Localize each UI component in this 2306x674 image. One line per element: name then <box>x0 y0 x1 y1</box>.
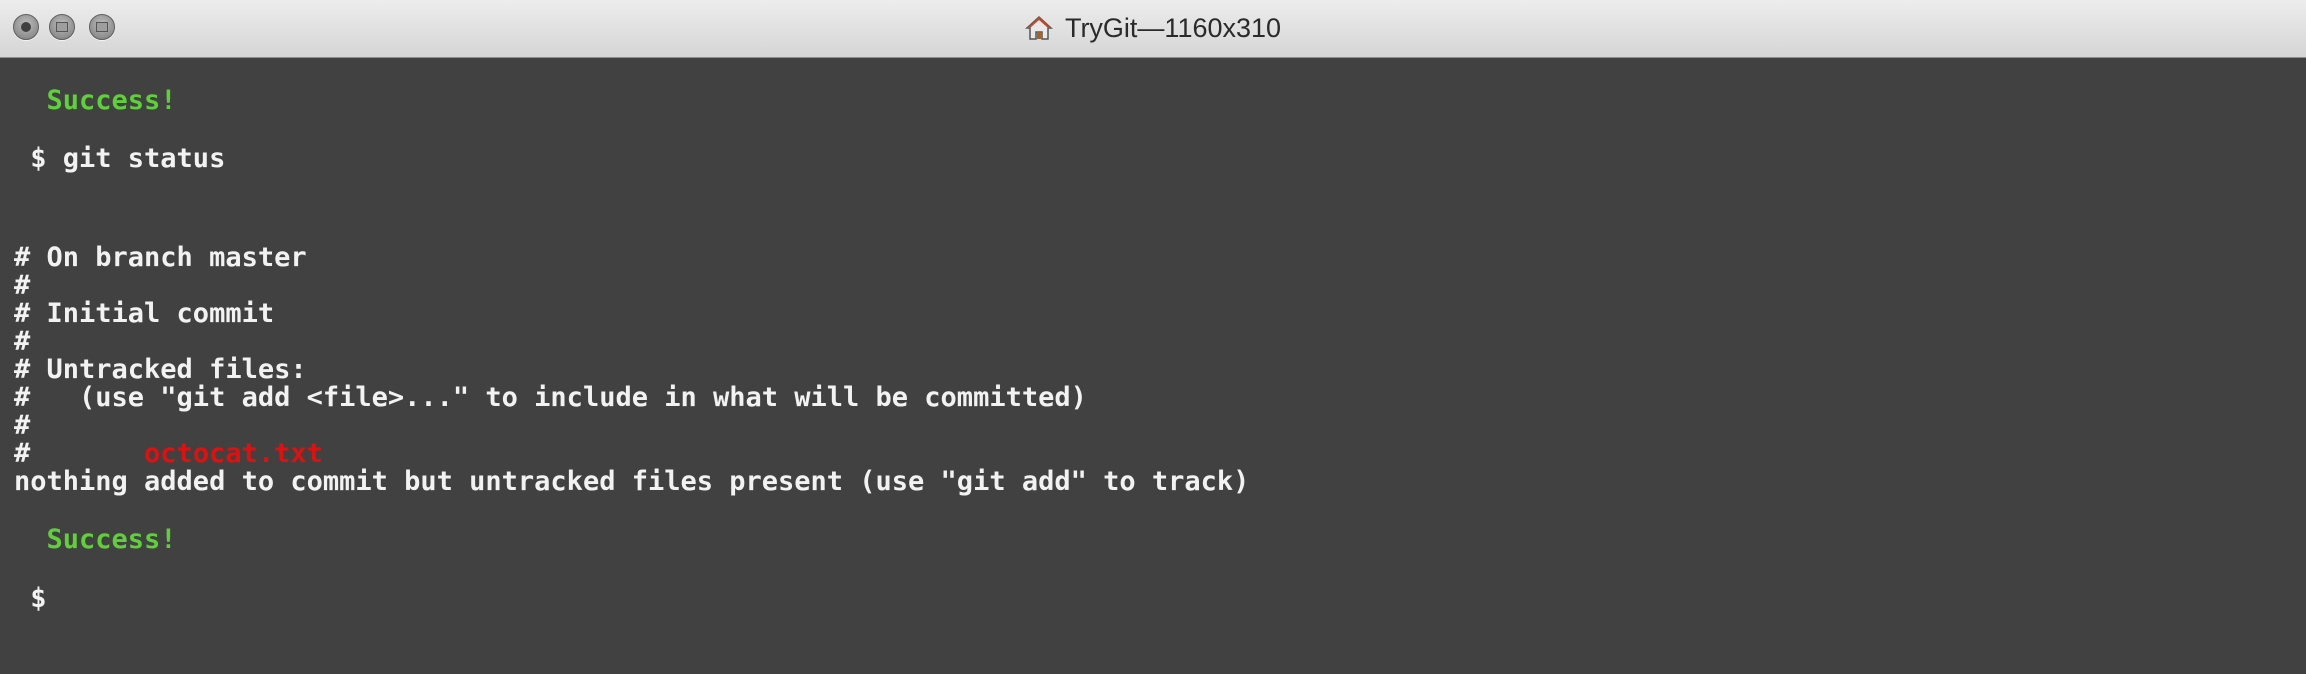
title-bar[interactable]: TryGit—1160x310 <box>0 0 2306 58</box>
success-message: Success! <box>14 524 177 555</box>
status-line: # Initial commit <box>14 298 275 329</box>
command-line: $ git status <box>14 143 226 174</box>
untracked-file-prefix: # <box>14 438 145 469</box>
command-prompt[interactable]: $ <box>14 585 46 613</box>
untracked-file-line: # octocat.txt <box>14 440 323 468</box>
status-line: # Untracked files: <box>14 354 307 385</box>
home-icon <box>1025 15 1053 40</box>
status-line: # <box>14 326 31 357</box>
untracked-file-name: octocat.txt <box>144 438 323 469</box>
status-line: # <box>14 410 31 441</box>
window-title: TryGit—1160x310 <box>1064 12 1282 43</box>
status-line: # On branch master <box>14 242 307 273</box>
success-message: Success! <box>14 85 177 116</box>
window-title-area: TryGit—1160x310 <box>0 0 2306 56</box>
nothing-added-message: nothing added to commit but untracked fi… <box>14 466 1250 497</box>
status-line: # <box>14 270 31 301</box>
status-line: # (use "git add <file>..." to include in… <box>14 382 1087 413</box>
terminal-output[interactable]: Success! $ git status # On branch master… <box>0 58 2306 674</box>
